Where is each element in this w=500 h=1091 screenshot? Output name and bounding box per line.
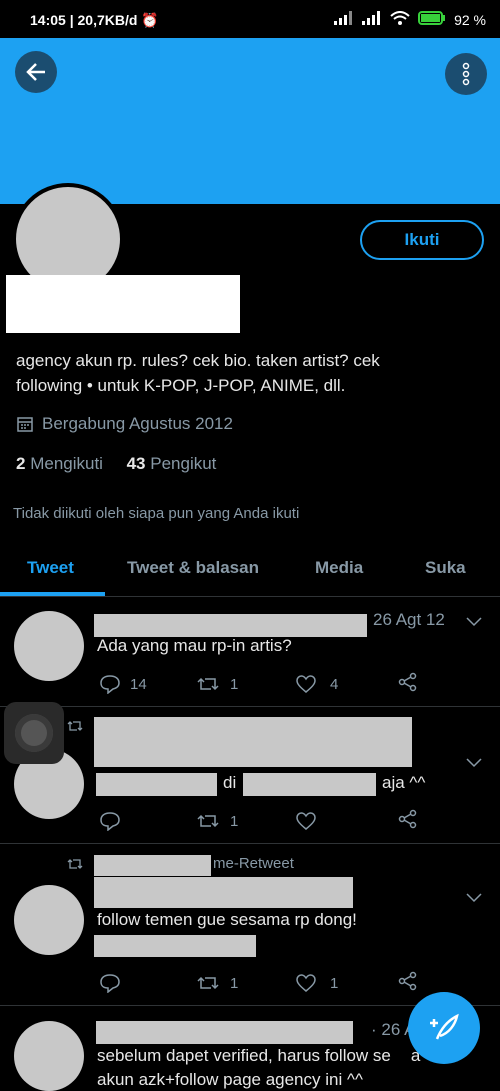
compose-feather-icon [430,1013,459,1040]
tweet-divider [0,843,500,844]
profile-tabs: Tweet Tweet & balasan Media Suka [0,550,500,596]
status-speed: 20,7KB/d [77,12,138,28]
retweet-button[interactable]: 1 [196,812,296,830]
joined-date: Bergabung Agustus 2012 [16,414,233,434]
reply-icon [100,812,120,831]
tabs-divider [0,596,500,597]
alarm-icon: ⏰ [141,12,159,28]
tab-tweet[interactable]: Tweet [27,558,74,578]
compose-tweet-button[interactable] [408,992,480,1064]
redacted-author [94,614,367,637]
followed-by-note: Tidak diikuti oleh siapa pun yang Anda i… [13,505,300,522]
like-button[interactable]: 4 [296,675,398,693]
reply-button[interactable] [100,811,196,831]
retweet-icon [197,814,219,828]
tweet-actions: 1 1 [100,971,418,995]
chevron-down-icon[interactable] [466,755,482,773]
back-button[interactable] [15,51,57,93]
share-button[interactable] [398,971,418,995]
wifi-icon [390,11,410,28]
retweet-small-icon [66,719,84,738]
tweet-avatar[interactable] [14,611,84,681]
like-button[interactable]: 1 [296,974,398,992]
like-button[interactable] [296,812,398,830]
retweet-count: 1 [230,812,239,830]
tab-likes[interactable]: Suka [425,558,466,578]
tweet-avatar[interactable] [14,1021,84,1091]
back-arrow-icon [26,63,45,81]
tweet-text: follow temen gue sesama rp dong! [97,910,357,929]
redacted-profile-name [6,275,240,333]
following-link[interactable]: 2 Mengikuti [16,454,103,473]
more-options-button[interactable] [445,53,487,95]
tab-media[interactable]: Media [315,558,363,578]
status-left: 14:05 | 20,7KB/d ⏰ [30,12,159,28]
calendar-icon [17,417,33,432]
signal-icon [334,11,354,28]
redacted-text [243,773,376,796]
battery-level: 92 % [454,11,486,28]
assistive-touch-icon [15,714,53,752]
heart-icon [296,974,316,992]
status-right: 92 % [334,11,486,28]
profile-banner [0,38,500,204]
redacted-text [96,773,217,796]
heart-icon [296,812,316,830]
status-time: 14:05 [30,12,66,28]
bio-line-2: following • untuk K-POP, J-POP, ANIME, d… [16,376,346,395]
status-bar: 14:05 | 20,7KB/d ⏰ 92 % [0,0,500,38]
like-count: 1 [330,974,339,992]
tweet-text-end: aja ^^ [382,773,426,792]
retweet-icon [197,677,219,691]
heart-icon [296,675,316,693]
tweet-avatar[interactable] [14,885,84,955]
more-vertical-icon [462,62,470,86]
redacted-retweeter [94,855,211,876]
tweet-date: 26 Agt 12 [373,610,445,629]
tweet-text-line-1: sebelum dapet verified, harus follow se a [97,1046,421,1065]
redacted-author [96,1021,353,1044]
reply-icon [100,974,120,993]
assistive-touch-button[interactable] [4,702,64,764]
redacted-retweeter [94,717,412,767]
retweet-count: 1 [230,675,239,693]
bio-line-1: agency akun rp. rules? cek bio. taken ar… [16,351,380,370]
share-icon [398,672,417,692]
retweet-small-icon [66,857,84,876]
reply-button[interactable]: 14 [100,674,196,694]
tweet-divider [0,706,500,707]
signal-icon-2 [362,11,382,28]
share-button[interactable] [398,672,418,696]
follow-button[interactable]: Ikuti [360,220,484,260]
reply-button[interactable] [100,973,196,993]
tweet-text: Ada yang mau rp-in artis? [97,636,292,655]
retweet-count: 1 [230,974,239,992]
chevron-down-icon[interactable] [466,890,482,908]
profile-bio: agency akun rp. rules? cek bio. taken ar… [16,348,486,398]
share-button[interactable] [398,809,418,833]
followers-link[interactable]: 43 Pengikut [127,454,217,473]
joined-text: Bergabung Agustus 2012 [42,414,233,433]
battery-icon [418,11,446,28]
tweet-actions: 14 1 4 [100,672,418,696]
reply-count: 14 [130,675,147,693]
retweet-button[interactable]: 1 [196,675,296,693]
like-count: 4 [330,675,339,693]
retweet-button[interactable]: 1 [196,974,296,992]
redacted-text [94,935,256,957]
redacted-author [94,877,353,908]
tweet-text-line-2: akun azk+follow page agency ini ^^ [97,1070,363,1089]
tweet-text-mid: di [223,773,237,792]
retweet-icon [197,976,219,990]
tweet-actions: 1 [100,809,418,833]
tab-tweet-replies[interactable]: Tweet & balasan [127,558,259,578]
chevron-down-icon[interactable] [466,614,482,632]
share-icon [398,971,417,991]
retweet-label: me-Retweet [213,855,294,872]
reply-icon [100,675,120,694]
share-icon [398,809,417,829]
follow-stats: 2 Mengikuti 43 Pengikut [16,454,216,474]
